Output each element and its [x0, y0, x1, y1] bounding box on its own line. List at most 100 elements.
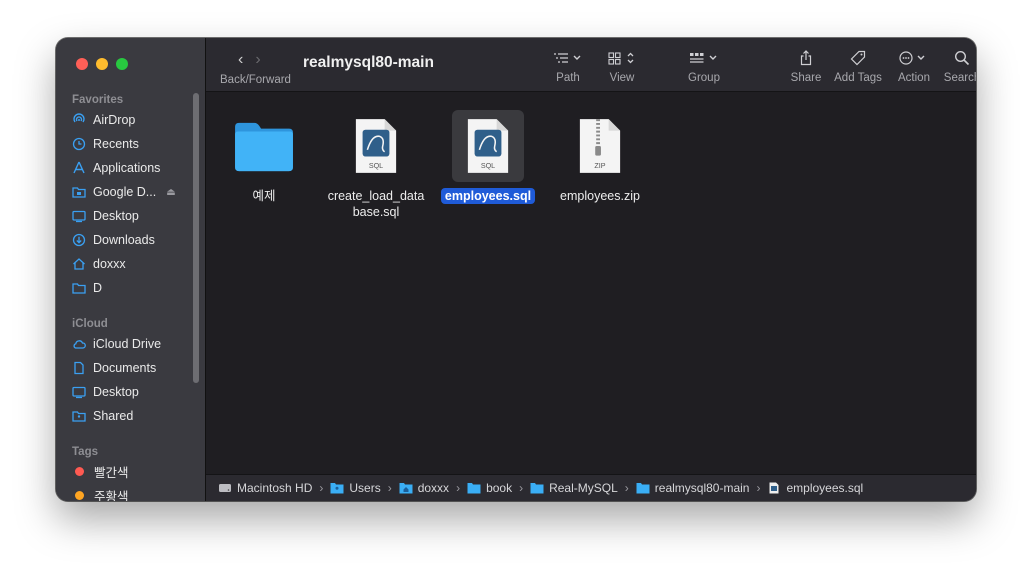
path-item-real-mysql[interactable]: Real-MySQL — [530, 481, 618, 495]
list-icon — [546, 48, 590, 68]
file-item-employees-sql[interactable]: SQL employees.sql — [433, 110, 543, 204]
group-button[interactable]: Group — [680, 48, 728, 84]
toolbar: ‹ › Back/Forward realmysql80-main Path V… — [206, 38, 976, 92]
zip-file-icon: ZIP — [564, 110, 636, 182]
path-item-realmysql80-main[interactable]: realmysql80-main — [636, 481, 749, 495]
sidebar-item-shared[interactable]: Shared — [72, 405, 133, 427]
folder-icon — [636, 482, 650, 494]
search-button[interactable]: Search — [940, 48, 976, 84]
sql-badge: SQL — [481, 162, 495, 170]
back-forward-label: Back/Forward — [220, 74, 291, 86]
download-icon — [72, 233, 86, 247]
file-browser: 예제 SQL create_load_data base.sql SQL emp… — [206, 92, 976, 474]
sidebar-item-d[interactable]: D — [72, 277, 102, 299]
action-button[interactable]: Action — [892, 48, 936, 84]
file-item-employees-zip[interactable]: ZIP employees.zip — [545, 110, 655, 204]
folder-icon — [467, 482, 481, 494]
path-item-book[interactable]: book — [467, 481, 512, 495]
back-forward-control: ‹ › Back/Forward — [220, 52, 300, 87]
path-button[interactable]: Path — [546, 48, 590, 84]
view-button[interactable]: View — [600, 48, 644, 84]
sidebar-item-icloud-desktop[interactable]: Desktop — [72, 381, 139, 403]
sidebar-item-doxxx[interactable]: doxxx — [72, 253, 126, 275]
sidebar-item-label: doxxx — [93, 257, 126, 271]
sql-file-icon: SQL — [340, 110, 412, 182]
eject-icon[interactable]: ⏏ — [166, 187, 175, 198]
file-name: employees.zip — [560, 189, 640, 203]
sidebar-tag-orange[interactable]: 주황색 — [72, 484, 129, 501]
zoom-button[interactable] — [116, 58, 128, 70]
sql-file-icon — [767, 482, 781, 494]
airdrop-icon — [72, 113, 86, 127]
sidebar-item-airdrop[interactable]: AirDrop — [72, 109, 135, 131]
path-item-doxxx[interactable]: doxxx — [399, 481, 449, 495]
file-item-folder[interactable]: 예제 — [209, 110, 319, 204]
drive-folder-icon — [72, 185, 86, 199]
window-controls — [76, 58, 128, 70]
sidebar: Favorites AirDrop Recents Applications G… — [56, 38, 206, 501]
users-folder-icon — [330, 482, 344, 494]
sidebar-item-label: Recents — [93, 137, 139, 151]
sidebar-item-label: D — [93, 281, 103, 295]
home-folder-icon — [399, 482, 413, 494]
sidebar-scrollbar[interactable] — [193, 93, 199, 383]
sidebar-item-applications[interactable]: Applications — [72, 157, 160, 179]
path-item-employees-sql[interactable]: employees.sql — [767, 481, 863, 495]
forward-icon[interactable]: › — [255, 52, 260, 68]
sql-file-icon: SQL — [452, 110, 524, 182]
chevron-right-icon: › — [387, 481, 392, 495]
sidebar-item-google-drive[interactable]: Google D... ⏏ — [72, 181, 176, 203]
sidebar-tag-red[interactable]: 빨간색 — [72, 460, 129, 482]
add-tags-button[interactable]: Add Tags — [830, 48, 886, 84]
chevron-right-icon: › — [319, 481, 324, 495]
sidebar-item-label: AirDrop — [93, 113, 136, 127]
share-icon — [784, 48, 828, 68]
sidebar-item-downloads[interactable]: Downloads — [72, 229, 155, 251]
close-button[interactable] — [76, 58, 88, 70]
chevron-right-icon: › — [519, 481, 524, 495]
minimize-button[interactable] — [96, 58, 108, 70]
finder-window: Favorites AirDrop Recents Applications G… — [56, 38, 976, 501]
path-item-macintosh-hd[interactable]: Macintosh HD — [218, 481, 312, 495]
path-bar: Macintosh HD › Users › doxxx › book › Re… — [206, 474, 976, 501]
sidebar-item-label: Shared — [93, 409, 134, 423]
ellipsis-circle-icon — [892, 48, 936, 68]
chevron-right-icon: › — [456, 481, 461, 495]
chevron-right-icon: › — [624, 481, 629, 495]
group-icon — [680, 48, 728, 68]
applications-icon — [72, 161, 86, 175]
sidebar-item-documents[interactable]: Documents — [72, 357, 156, 379]
share-button[interactable]: Share — [784, 48, 828, 84]
sidebar-item-label: Desktop — [93, 385, 139, 399]
icloud-header: iCloud — [72, 318, 108, 330]
red-tag-icon — [75, 466, 84, 476]
back-icon[interactable]: ‹ — [238, 52, 243, 68]
sidebar-item-label: iCloud Drive — [93, 337, 162, 351]
chevron-right-icon: › — [756, 481, 761, 495]
document-icon — [72, 361, 86, 375]
search-icon — [940, 48, 976, 68]
sidebar-item-label: 빨간색 — [94, 465, 129, 480]
sidebar-item-icloud-drive[interactable]: iCloud Drive — [72, 333, 161, 355]
file-name: employees.sql — [433, 188, 543, 204]
file-name: 예제 — [252, 189, 276, 203]
tags-header: Tags — [72, 446, 98, 458]
desktop-icon — [72, 209, 86, 223]
favorites-header: Favorites — [72, 94, 124, 106]
file-item-create-load-database[interactable]: SQL create_load_data base.sql — [321, 110, 431, 220]
zip-badge: ZIP — [594, 162, 605, 170]
shared-folder-icon — [72, 409, 86, 423]
tag-icon — [830, 48, 886, 68]
home-icon — [72, 257, 86, 271]
sql-badge: SQL — [369, 162, 383, 170]
sidebar-item-desktop[interactable]: Desktop — [72, 205, 139, 227]
sidebar-item-label: Desktop — [93, 209, 139, 223]
path-item-users[interactable]: Users — [330, 481, 381, 495]
orange-tag-icon — [75, 490, 84, 500]
cloud-icon — [72, 337, 86, 351]
hard-drive-icon — [218, 482, 232, 494]
sidebar-item-recents[interactable]: Recents — [72, 133, 139, 155]
folder-icon — [72, 281, 86, 295]
sidebar-item-label: Downloads — [93, 233, 155, 247]
sidebar-item-label: 주황색 — [94, 489, 129, 502]
